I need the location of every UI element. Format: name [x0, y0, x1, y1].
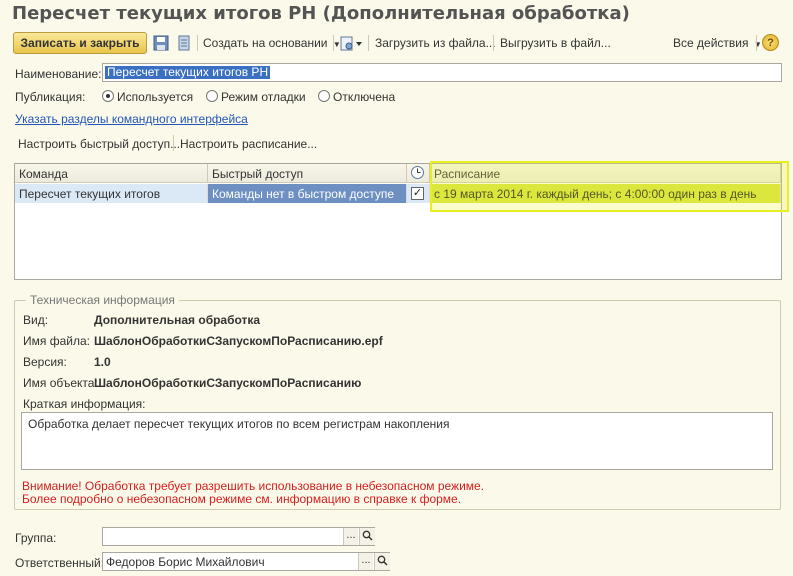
toolbar-separator: [333, 35, 334, 51]
toolbar: Записать и закрыть Создать на основании …: [0, 31, 793, 55]
list-icon[interactable]: [176, 34, 192, 52]
responsible-search-icon[interactable]: [374, 553, 390, 570]
help-button[interactable]: ?: [762, 34, 779, 51]
radio-debug-label: Режим отладки: [221, 90, 306, 104]
toolbar-separator: [173, 135, 174, 151]
toolbar-separator: [197, 35, 198, 51]
all-actions-label: Все действия: [673, 36, 749, 50]
name-label: Наименование:: [15, 67, 102, 81]
toolbar-separator: [493, 35, 494, 51]
brief-info-label: Краткая информация:: [23, 397, 146, 411]
object-name-value: ШаблонОбработкиСЗапускомПоРасписанию: [94, 376, 362, 390]
object-name-label: Имя объекта:: [23, 376, 98, 390]
responsible-select-button[interactable]: ...: [358, 553, 373, 570]
radio-used-label: Используется: [117, 90, 194, 104]
group-input[interactable]: ...: [102, 527, 375, 546]
schedule-highlight: [430, 161, 789, 212]
group-label: Группа:: [15, 531, 57, 545]
load-from-file-button[interactable]: Загрузить из файла...: [375, 36, 496, 50]
cell-checkbox: ✓: [407, 184, 430, 203]
scheduled-checkbox[interactable]: ✓: [411, 187, 424, 200]
toolbar-separator: [756, 35, 757, 51]
toolbar-separator: [368, 35, 369, 51]
unsafe-warning-line-1: Внимание! Обработка требует разрешить ис…: [22, 479, 485, 493]
file-name-value: ШаблонОбработкиСЗапускомПоРасписанию.epf: [94, 334, 383, 348]
window-title: Пересчет текущих итогов РН (Дополнительн…: [12, 3, 630, 24]
cell-quick-access: Команды нет в быстром доступе: [208, 184, 407, 203]
unsafe-warning-line-2: Более подробно о небезопасном режиме см.…: [22, 492, 462, 506]
name-value: Пересчет текущих итогов РН: [105, 65, 271, 79]
save-icon[interactable]: [153, 34, 169, 52]
kind-value: Дополнительная обработка: [94, 313, 261, 327]
write-and-close-button[interactable]: Записать и закрыть: [13, 32, 147, 54]
responsible-label: Ответственный:: [15, 556, 105, 570]
responsible-input[interactable]: Федоров Борис Михайлович ...: [102, 552, 390, 571]
clock-icon: [411, 166, 424, 179]
column-header-clock[interactable]: [407, 164, 430, 183]
create-based-on-label: Создать на основании: [203, 36, 328, 50]
radio-disabled[interactable]: [318, 90, 330, 102]
chevron-down-icon: ▼: [753, 40, 762, 49]
column-header-quick-access[interactable]: Быстрый доступ: [208, 164, 407, 183]
publication-label: Публикация:: [15, 90, 86, 104]
technical-info-legend: Техническая информация: [26, 293, 179, 307]
version-value: 1.0: [94, 355, 111, 369]
cell-command: Пересчет текущих итогов: [15, 184, 208, 203]
column-header-command[interactable]: Команда: [15, 164, 208, 183]
setup-quick-access-button[interactable]: Настроить быстрый доступ...: [18, 137, 180, 151]
name-input[interactable]: Пересчет текущих итогов РН: [102, 63, 782, 82]
file-name-label: Имя файла:: [23, 334, 90, 348]
document-settings-icon[interactable]: [339, 34, 363, 52]
version-label: Версия:: [23, 355, 67, 369]
radio-disabled-label: Отключена: [333, 90, 396, 104]
command-interface-sections-link[interactable]: Указать разделы командного интерфейса: [15, 112, 248, 126]
brief-info-textarea[interactable]: Обработка делает пересчет текущих итогов…: [21, 412, 773, 470]
responsible-value: Федоров Борис Михайлович: [106, 555, 265, 569]
kind-label: Вид:: [23, 313, 49, 327]
all-actions-menu[interactable]: Все действия ▼: [673, 36, 762, 50]
unload-to-file-button[interactable]: Выгрузить в файл...: [500, 36, 611, 50]
group-select-button[interactable]: ...: [343, 528, 358, 545]
radio-debug[interactable]: [206, 90, 218, 102]
create-based-on-menu[interactable]: Создать на основании ▼: [203, 36, 341, 50]
setup-schedule-button[interactable]: Настроить расписание...: [180, 137, 317, 151]
radio-used[interactable]: [102, 90, 114, 102]
group-search-icon[interactable]: [359, 528, 375, 545]
